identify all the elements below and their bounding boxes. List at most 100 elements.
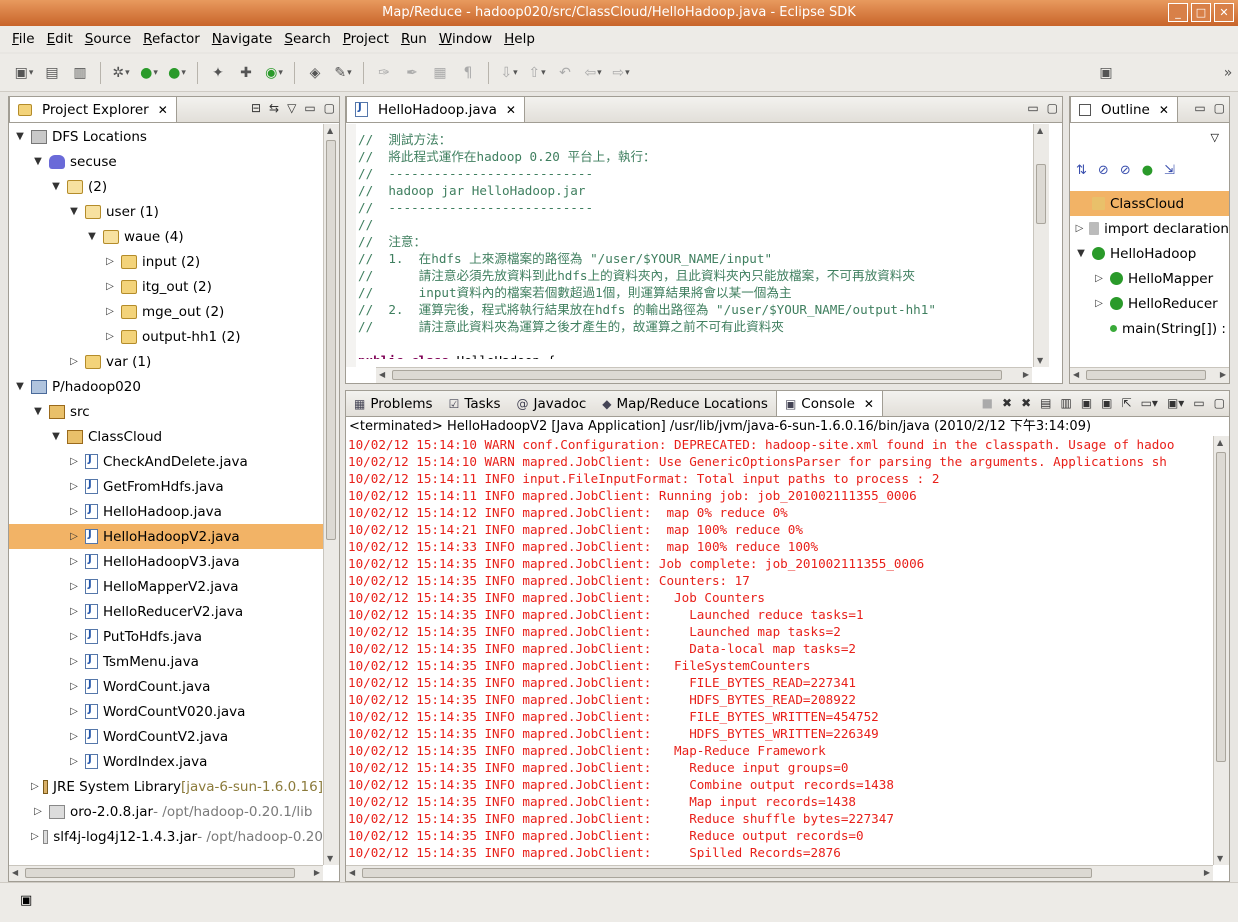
outline-item[interactable]: ClassCloud <box>1070 191 1229 216</box>
open-console-icon[interactable]: ▣▾ <box>1167 396 1184 410</box>
tree-item[interactable]: ▼ P/hadoop020 <box>9 374 323 399</box>
search-icon[interactable]: ✎ <box>332 62 354 84</box>
expanded-arrow-icon[interactable]: ▼ <box>1074 248 1088 259</box>
menu-file[interactable]: File <box>6 31 41 47</box>
collapsed-arrow-icon[interactable]: ▷ <box>103 331 117 342</box>
tab-hellohadoop-java[interactable]: HelloHadoop.java ✕ <box>346 97 525 122</box>
new-java-project-icon[interactable]: ✦ <box>207 62 229 84</box>
view-menu-icon[interactable]: ▽ <box>1211 131 1219 144</box>
tree-item[interactable]: ▷ WordCountV020.java <box>9 699 323 724</box>
tab-map-reduce-locations[interactable]: ◆ Map/Reduce Locations <box>594 391 776 416</box>
tree-item[interactable]: ▼ src <box>9 399 323 424</box>
collapsed-arrow-icon[interactable]: ▷ <box>67 356 81 367</box>
clear-console-icon[interactable]: ▤ <box>1040 396 1051 410</box>
hide-static-icon[interactable]: ⊘ <box>1120 163 1131 178</box>
close-icon[interactable]: ✕ <box>864 397 874 411</box>
view-menu-icon[interactable]: ▽ <box>287 101 296 115</box>
tree-item[interactable]: ▷ HelloHadoopV3.java <box>9 549 323 574</box>
pin-console-icon[interactable]: ⇱ <box>1122 396 1132 410</box>
outline-item[interactable]: ▷ HelloReducer <box>1070 291 1229 316</box>
menu-help[interactable]: Help <box>498 31 541 47</box>
back-icon[interactable]: ⇦ <box>582 62 604 84</box>
console-horizontal-scrollbar[interactable] <box>346 865 1213 881</box>
collapsed-arrow-icon[interactable]: ▷ <box>1092 298 1106 309</box>
tree-item[interactable]: ▷ HelloHadoop.java <box>9 499 323 524</box>
block-selection-icon[interactable]: ▦ <box>429 62 451 84</box>
collapsed-arrow-icon[interactable]: ▷ <box>31 831 39 842</box>
collapsed-arrow-icon[interactable]: ▷ <box>67 656 81 667</box>
outline-item[interactable]: ▼ HelloHadoop <box>1070 241 1229 266</box>
hide-fields-icon[interactable]: ⊘ <box>1098 163 1109 178</box>
tree-item[interactable]: ▷ CheckAndDelete.java <box>9 449 323 474</box>
close-icon[interactable]: ✕ <box>158 103 168 117</box>
console-vertical-scrollbar[interactable] <box>1213 436 1229 865</box>
hide-nonpublic-icon[interactable]: ● <box>1142 163 1153 178</box>
tree-item[interactable]: ▷ WordIndex.java <box>9 749 323 774</box>
collapsed-arrow-icon[interactable]: ▷ <box>1074 223 1085 234</box>
expanded-arrow-icon[interactable]: ▼ <box>31 156 45 167</box>
tree-item[interactable]: ▷ PutToHdfs.java <box>9 624 323 649</box>
maximize-icon[interactable]: ▢ <box>1047 101 1058 115</box>
toggle-mark-icon[interactable]: ✑ <box>373 62 395 84</box>
tree-item[interactable]: ▼ ClassCloud <box>9 424 323 449</box>
minimize-button[interactable]: _ <box>1168 3 1188 22</box>
menu-navigate[interactable]: Navigate <box>206 31 279 47</box>
collapsed-arrow-icon[interactable]: ▷ <box>103 256 117 267</box>
more-perspectives-icon[interactable]: » <box>1217 62 1238 84</box>
close-icon[interactable]: ✕ <box>1159 103 1169 117</box>
outline-item[interactable]: ▷ HelloMapper <box>1070 266 1229 291</box>
tree-item[interactable]: ▷ itg_out (2) <box>9 274 323 299</box>
run-icon[interactable]: ● <box>138 62 160 84</box>
outline-item[interactable]: main(String[]) : <box>1070 316 1229 341</box>
explorer-vertical-scrollbar[interactable] <box>323 124 339 865</box>
tree-item[interactable]: ▷ var (1) <box>9 349 323 374</box>
collapsed-arrow-icon[interactable]: ▷ <box>67 681 81 692</box>
collapsed-arrow-icon[interactable]: ▷ <box>103 306 117 317</box>
tree-item[interactable]: ▷ oro-2.0.8.jar - /opt/hadoop-0.20.1/lib <box>9 799 323 824</box>
collapsed-arrow-icon[interactable]: ▷ <box>67 506 81 517</box>
last-edit-icon[interactable]: ↶ <box>554 62 576 84</box>
previous-annotation-icon[interactable]: ⇧ <box>526 62 548 84</box>
collapsed-arrow-icon[interactable]: ▷ <box>1092 273 1106 284</box>
tree-item[interactable]: ▼ waue (4) <box>9 224 323 249</box>
collapsed-arrow-icon[interactable]: ▷ <box>67 581 81 592</box>
collapsed-arrow-icon[interactable]: ▷ <box>67 606 81 617</box>
tree-item[interactable]: ▼ user (1) <box>9 199 323 224</box>
collapsed-arrow-icon[interactable]: ▷ <box>31 781 39 792</box>
source-code-area[interactable]: // 測試方法： // 將此程式運作在hadoop 0.20 平台上，執行： // … <box>358 131 1040 359</box>
tree-item[interactable]: ▷ output-hh1 (2) <box>9 324 323 349</box>
expanded-arrow-icon[interactable]: ▼ <box>85 231 99 242</box>
collapsed-arrow-icon[interactable]: ▷ <box>67 631 81 642</box>
tree-item[interactable]: ▷ HelloReducerV2.java <box>9 599 323 624</box>
minimize-icon[interactable]: ▭ <box>1027 101 1038 115</box>
tree-item[interactable]: ▼ (2) <box>9 174 323 199</box>
open-perspective-icon[interactable]: ▣ <box>1095 62 1117 84</box>
display-console-icon[interactable]: ▭▾ <box>1141 396 1158 410</box>
editor-horizontal-scrollbar[interactable] <box>376 367 1032 383</box>
new-icon[interactable]: ▣ <box>13 62 35 84</box>
scroll-lock-icon[interactable]: ▥ <box>1060 396 1071 410</box>
toggle-edit-icon[interactable]: ✒ <box>401 62 423 84</box>
explorer-horizontal-scrollbar[interactable] <box>9 865 323 881</box>
external-tools-icon[interactable]: ● <box>166 62 188 84</box>
maximize-icon[interactable]: ▢ <box>324 101 335 115</box>
menu-search[interactable]: Search <box>278 31 336 47</box>
console-output[interactable]: 10/02/12 15:14:10 WARN conf.Configuratio… <box>348 436 1211 863</box>
expanded-arrow-icon[interactable]: ▼ <box>13 131 27 142</box>
hide-local-types-icon[interactable]: ⇲ <box>1164 163 1175 178</box>
tree-item[interactable]: ▷ input (2) <box>9 249 323 274</box>
tree-item[interactable]: ▷ WordCountV2.java <box>9 724 323 749</box>
tree-item[interactable]: ▷ GetFromHdfs.java <box>9 474 323 499</box>
minimize-icon[interactable]: ▭ <box>1194 101 1205 115</box>
collapsed-arrow-icon[interactable]: ▷ <box>67 706 81 717</box>
tab-tasks[interactable]: ☑ Tasks <box>441 391 509 416</box>
save-icon[interactable]: ▤ <box>41 62 63 84</box>
collapsed-arrow-icon[interactable]: ▷ <box>67 556 81 567</box>
tab-console[interactable]: ▣ Console ✕ <box>775 391 883 416</box>
maximize-icon[interactable]: ▢ <box>1214 101 1225 115</box>
minimize-icon[interactable]: ▭ <box>304 101 315 115</box>
collapse-all-icon[interactable]: ⊟ <box>251 101 261 115</box>
print-icon[interactable]: ▥ <box>69 62 91 84</box>
link-with-editor-icon[interactable]: ⇆ <box>269 101 279 115</box>
tree-item[interactable]: ▷ TsmMenu.java <box>9 649 323 674</box>
